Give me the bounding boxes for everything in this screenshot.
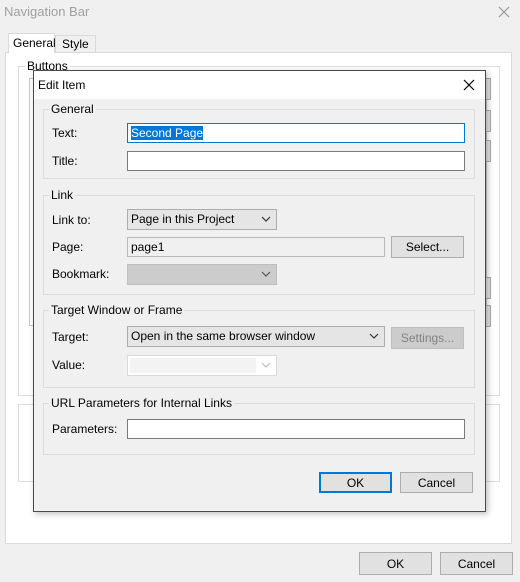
link-to-value: Page in this Project [131,212,235,226]
parent-cancel-button[interactable]: Cancel [440,552,513,575]
chevron-down-icon [261,216,271,222]
parameters-input[interactable] [127,419,465,439]
target-value: Open in the same browser window [131,329,316,343]
dialog-close-icon[interactable] [462,78,476,92]
value-select [127,355,277,376]
title-input[interactable] [127,151,465,171]
dialog-cancel-button[interactable]: Cancel [400,472,473,493]
bookmark-select[interactable] [127,264,277,285]
general-legend: General [49,102,96,116]
link-to-label: Link to: [52,213,91,227]
parent-side-button [486,140,491,162]
parent-title: Navigation Bar [4,4,90,19]
text-label: Text: [52,126,78,140]
dialog-title: Edit Item [38,78,86,92]
parent-side-button [486,78,491,100]
chevron-down-icon [261,362,271,368]
parameters-label: Parameters: [52,422,118,436]
link-to-select[interactable]: Page in this Project [127,209,277,230]
target-group [43,310,475,388]
text-input[interactable]: Second Page [127,123,465,143]
chevron-down-icon [261,271,271,277]
text-input-value: Second Page [131,126,204,140]
tab-general[interactable]: General [8,33,56,53]
page-input: page1 [127,237,385,257]
url-parameters-legend: URL Parameters for Internal Links [49,396,234,410]
chevron-down-icon [369,333,379,339]
page-label: Page: [52,240,84,254]
parent-close-icon[interactable] [497,5,511,19]
parent-ok-button[interactable]: OK [359,552,432,575]
target-select[interactable]: Open in the same browser window [127,326,385,347]
parent-side-button [486,277,491,299]
parent-side-button [486,110,491,132]
target-legend: Target Window or Frame [49,303,185,317]
tab-style-label: Style [62,37,89,51]
tab-style[interactable]: Style [55,35,96,52]
title-label: Title: [52,154,78,168]
tab-general-label: General [13,36,56,50]
link-legend: Link [49,188,76,202]
parent-side-button [486,305,491,327]
dialog-title-bar [34,71,485,99]
target-label: Target: [52,330,89,344]
value-select-fill [130,358,256,373]
dialog-ok-button[interactable]: OK [319,472,392,493]
bookmark-label: Bookmark: [52,267,110,281]
value-label: Value: [52,358,86,372]
settings-button: Settings... [391,327,464,349]
select-button[interactable]: Select... [391,236,464,258]
